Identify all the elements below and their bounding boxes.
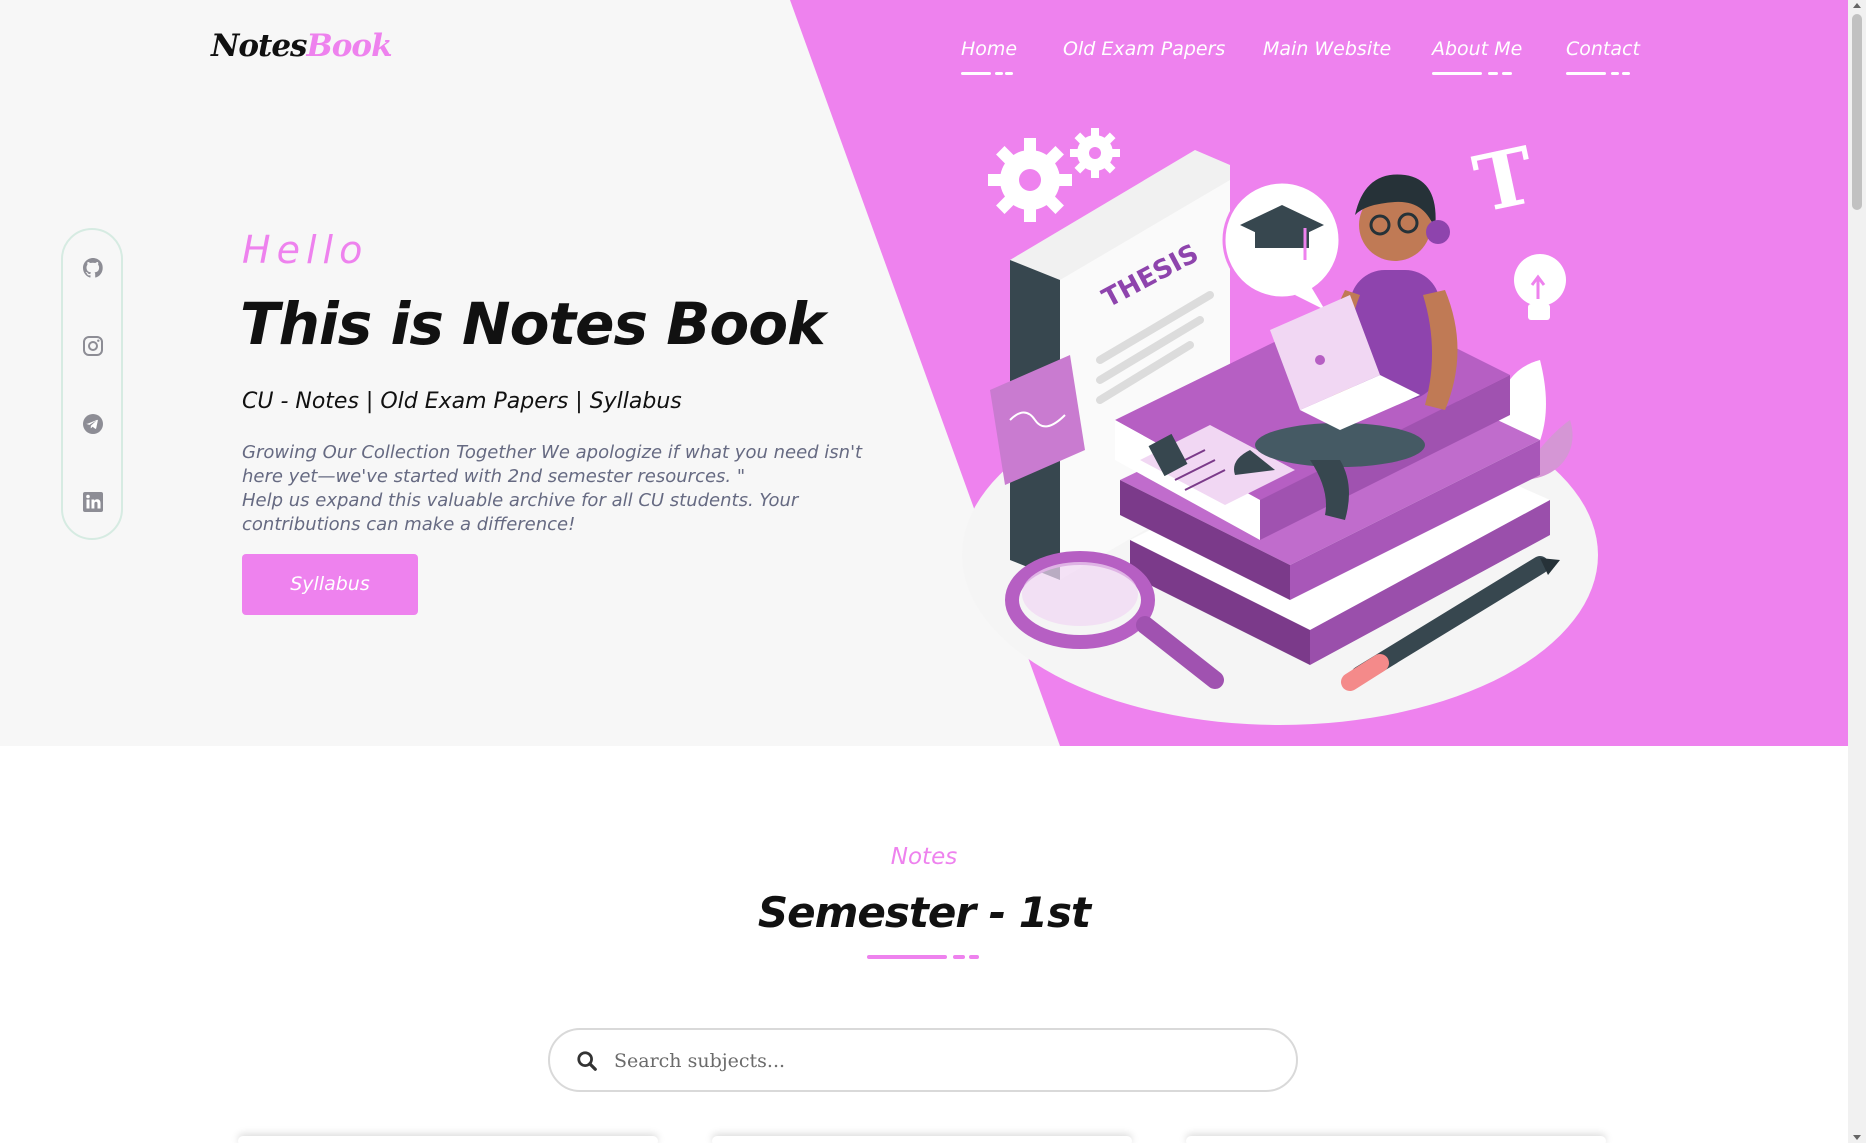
subject-card[interactable] xyxy=(1186,1136,1606,1143)
github-icon[interactable] xyxy=(81,256,105,280)
nav-old-exam-papers[interactable]: Old Exam Papers xyxy=(1063,38,1225,60)
scrollbar-thumb[interactable] xyxy=(1852,14,1862,210)
search-icon xyxy=(577,1051,597,1071)
search-input[interactable] xyxy=(614,1042,1274,1080)
hero-description-line-2: Help us expand this valuable archive for… xyxy=(242,490,799,535)
scroll-up-arrow-icon[interactable] xyxy=(1853,3,1861,8)
nav-home[interactable]: Home xyxy=(961,38,1018,75)
subject-card[interactable] xyxy=(712,1136,1132,1143)
nav-contact[interactable]: Contact xyxy=(1566,38,1640,75)
hero-description-line-1: Growing Our Collection Together We apolo… xyxy=(242,442,863,487)
hero-section: NotesBook Home Old Exam Papers Main Webs… xyxy=(0,0,1848,746)
instagram-icon[interactable] xyxy=(81,334,105,358)
hero-description: Growing Our Collection Together We apolo… xyxy=(242,441,892,537)
nav-about-me[interactable]: About Me xyxy=(1432,38,1523,75)
subject-card[interactable] xyxy=(238,1136,658,1143)
gear-small-icon xyxy=(1070,128,1120,178)
nav-main-website[interactable]: Main Website xyxy=(1263,38,1391,60)
hero-greeting: Hello xyxy=(242,228,369,272)
social-sidebar xyxy=(61,228,123,540)
lightbulb-icon xyxy=(1514,254,1566,320)
hero-subtitle: CU - Notes | Old Exam Papers | Syllabus xyxy=(242,389,682,414)
telegram-icon[interactable] xyxy=(81,412,105,436)
hero-illustration: T THESIS xyxy=(962,128,1598,725)
svg-text:T: T xyxy=(1467,130,1543,231)
notes-section-title: Semester - 1st xyxy=(757,888,1091,937)
hero-title: This is Notes Book xyxy=(240,290,826,358)
notes-section-label: Notes xyxy=(890,844,958,870)
page-scrollbar[interactable] xyxy=(1848,0,1866,1143)
search-bar xyxy=(548,1028,1298,1092)
nav-main-website-label: Main Website xyxy=(1263,38,1392,60)
linkedin-icon[interactable] xyxy=(81,490,105,514)
main-nav: Home Old Exam Papers Main Website About … xyxy=(0,38,1848,78)
nav-old-exam-papers-label: Old Exam Papers xyxy=(1063,38,1226,60)
gear-icon xyxy=(988,138,1072,222)
nav-contact-label: Contact xyxy=(1566,38,1640,60)
scroll-down-arrow-icon[interactable] xyxy=(1853,1135,1861,1140)
syllabus-button[interactable]: Syllabus xyxy=(242,554,418,615)
nav-home-label: Home xyxy=(961,38,1018,60)
nav-about-me-label: About Me xyxy=(1432,38,1523,60)
